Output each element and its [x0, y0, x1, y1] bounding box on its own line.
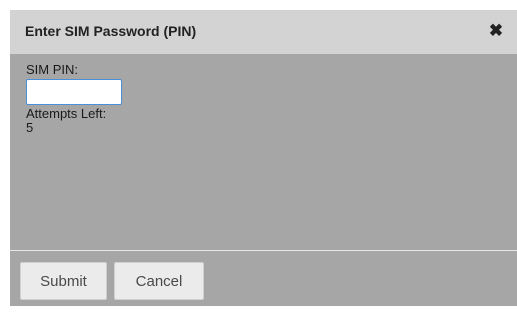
submit-button[interactable]: Submit — [20, 262, 107, 300]
attempts-left-value: 5 — [26, 120, 34, 135]
dialog-titlebar: Enter SIM Password (PIN) ✖ — [10, 10, 517, 54]
sim-pin-input[interactable] — [26, 79, 122, 105]
dialog-body: SIM PIN: Attempts Left: 5 — [10, 54, 517, 250]
cancel-button[interactable]: Cancel — [114, 262, 204, 300]
sim-pin-label: SIM PIN: — [26, 62, 79, 77]
dialog-footer: Submit Cancel — [10, 251, 517, 306]
dialog-title: Enter SIM Password (PIN) — [25, 23, 197, 39]
sim-pin-dialog: Enter SIM Password (PIN) ✖ SIM PIN: Atte… — [10, 10, 517, 306]
attempts-left-label: Attempts Left: — [26, 106, 107, 121]
close-icon[interactable]: ✖ — [485, 20, 507, 42]
